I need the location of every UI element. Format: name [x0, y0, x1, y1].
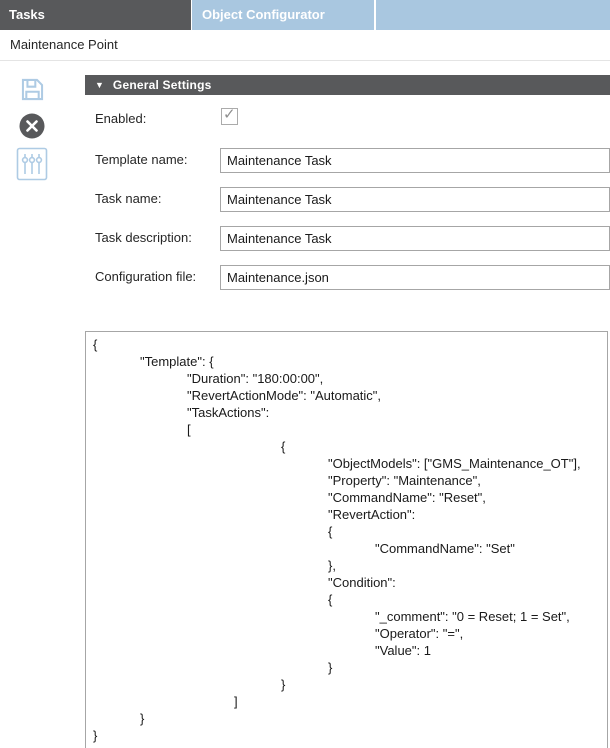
- configuration-json-text[interactable]: { "Template": { "Duration": "180:00:00",…: [93, 336, 607, 744]
- sliders-icon: [16, 169, 48, 184]
- save-button[interactable]: [19, 76, 46, 103]
- task-name-label: Task name:: [95, 191, 161, 206]
- cancel-button[interactable]: [18, 112, 46, 140]
- tab-separator: [374, 0, 376, 30]
- configuration-file-label: Configuration file:: [95, 269, 196, 284]
- enabled-checkbox[interactable]: ✓: [221, 108, 238, 125]
- configuration-json-editor[interactable]: { "Template": { "Duration": "180:00:00",…: [85, 331, 608, 748]
- tab-object-configurator-label: Object Configurator: [202, 7, 325, 22]
- tab-bar: Tasks Object Configurator: [0, 0, 610, 30]
- save-icon: [19, 91, 46, 106]
- section-title: General Settings: [113, 78, 212, 92]
- template-name-input[interactable]: [220, 148, 610, 173]
- check-icon: ✓: [223, 106, 236, 124]
- tab-tasks-label: Tasks: [9, 7, 45, 22]
- tab-tasks[interactable]: Tasks: [0, 0, 192, 30]
- app-window: Tasks Object Configurator Maintenance Po…: [0, 0, 610, 748]
- task-description-input[interactable]: [220, 226, 610, 251]
- cancel-icon: [18, 128, 46, 143]
- breadcrumb: Maintenance Point: [10, 37, 118, 52]
- section-header-general-settings[interactable]: ▼ General Settings: [85, 75, 610, 95]
- task-name-input[interactable]: [220, 187, 610, 212]
- configuration-file-input[interactable]: [220, 265, 610, 290]
- advanced-settings-button[interactable]: [16, 147, 48, 181]
- header-divider: [0, 60, 610, 61]
- template-name-label: Template name:: [95, 152, 188, 167]
- enabled-label: Enabled:: [95, 111, 146, 126]
- collapse-triangle-icon[interactable]: ▼: [95, 81, 104, 90]
- tab-object-configurator[interactable]: Object Configurator: [193, 0, 374, 30]
- task-description-label: Task description:: [95, 230, 192, 245]
